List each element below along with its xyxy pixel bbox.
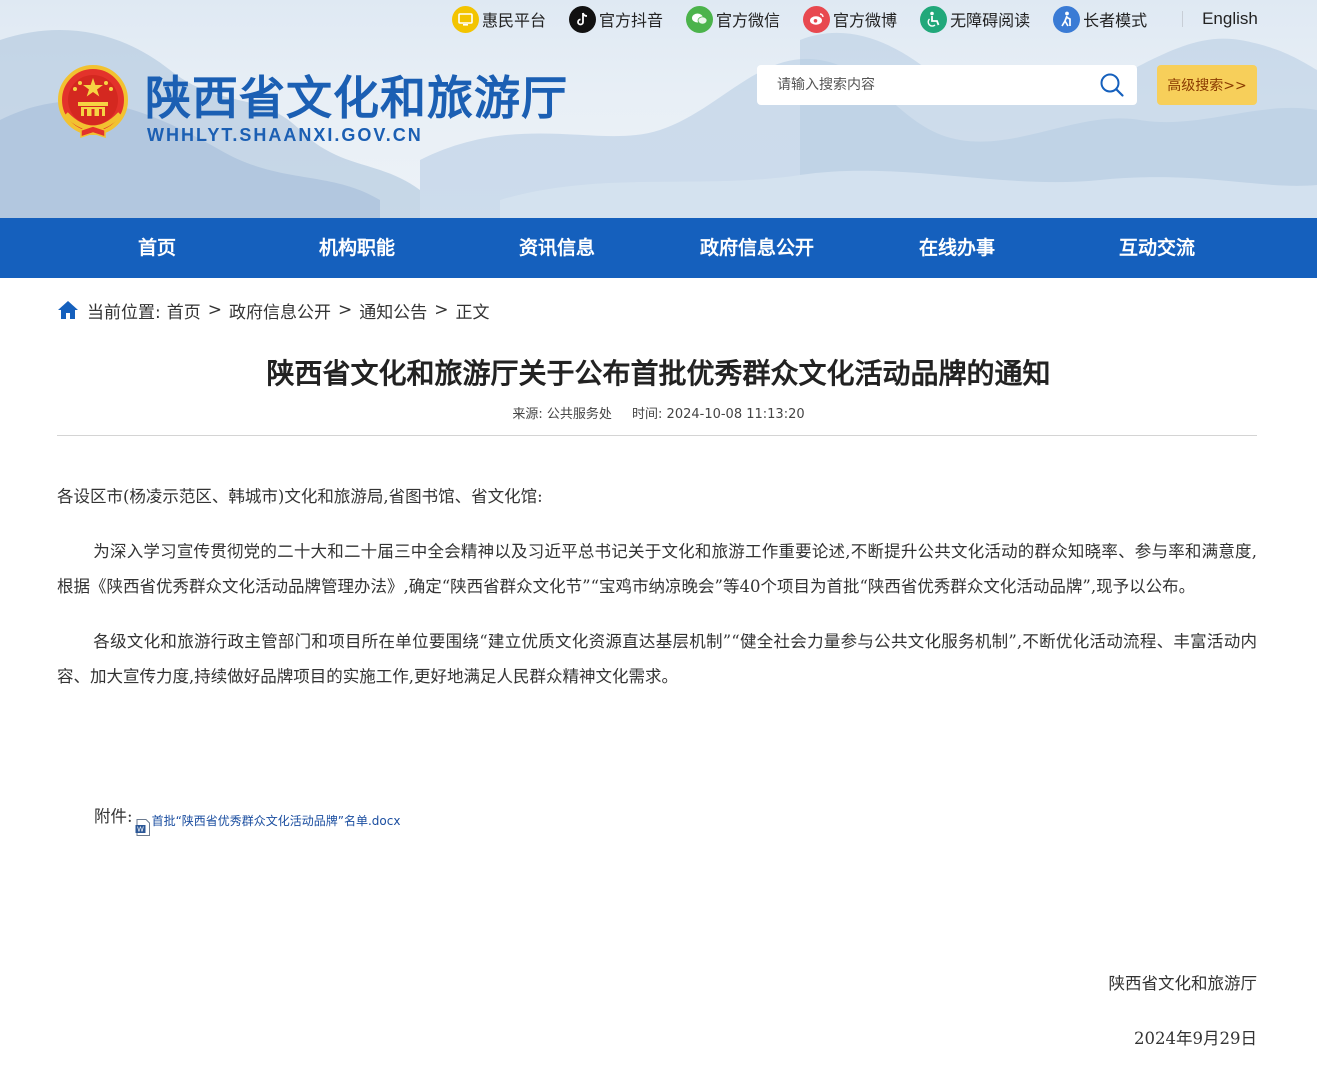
search-box xyxy=(757,65,1137,105)
national-emblem-icon xyxy=(58,65,128,139)
top-link-wechat[interactable]: 官方微信 xyxy=(686,5,781,33)
english-link[interactable]: English xyxy=(1202,9,1258,29)
breadcrumb: 当前位置: 首页 > 政府信息公开 > 通知公告 > 正文 xyxy=(57,297,489,323)
breadcrumb-separator: > xyxy=(337,300,353,320)
nav-item-interaction[interactable]: 互动交流 xyxy=(1057,218,1257,278)
search-icon[interactable] xyxy=(1099,72,1125,98)
breadcrumb-separator: > xyxy=(434,300,449,320)
breadcrumb-current: 正文 xyxy=(455,302,490,323)
svg-text:W: W xyxy=(137,826,144,834)
nav-item-news[interactable]: 资讯信息 xyxy=(457,218,657,278)
top-links-bar: 惠民平台 官方抖音 官方微信 官方微博 无障碍阅读 长者模式 English xyxy=(452,4,1258,34)
nav-item-functions[interactable]: 机构职能 xyxy=(257,218,457,278)
attachment-label: 附件: xyxy=(94,807,133,826)
attachment-link[interactable]: 首批“陕西省优秀群众文化活动品牌”名单.docx xyxy=(152,812,401,829)
nav-item-online-services[interactable]: 在线办事 xyxy=(857,218,1057,278)
top-link-elder-mode[interactable]: 长者模式 xyxy=(1053,5,1148,33)
site-domain: WHHLYT.SHAANXI.GOV.CN xyxy=(147,125,423,145)
divider xyxy=(1182,11,1184,27)
article-signature: 陕西省文化和旅游厅 xyxy=(1108,974,1258,993)
weibo-icon xyxy=(803,5,831,33)
breadcrumb-link-home[interactable]: 首页 xyxy=(167,298,201,323)
wechat-icon xyxy=(686,5,714,33)
article-date: 2024年9月29日 xyxy=(1134,1029,1257,1048)
breadcrumb-link-gov-info[interactable]: 政府信息公开 xyxy=(229,298,331,323)
top-link-weibo[interactable]: 官方微博 xyxy=(803,5,898,33)
top-link-douyin[interactable]: 官方抖音 xyxy=(569,5,664,33)
advanced-search-button[interactable]: 高级搜索>> xyxy=(1157,65,1257,105)
top-link-label: 长者模式 xyxy=(1083,11,1148,30)
article-paragraph: 各级文化和旅游行政主管部门和项目所在单位要围绕“建立优质文化资源直达基层机制”“… xyxy=(57,632,1257,686)
top-link-huimin[interactable]: 惠民平台 xyxy=(452,5,547,33)
home-icon xyxy=(58,301,78,319)
nav-item-home[interactable]: 首页 xyxy=(57,218,257,278)
main-nav: 首页 机构职能 资讯信息 政府信息公开 在线办事 互动交流 xyxy=(0,218,1317,278)
article-title: 陕西省文化和旅游厅关于公布首批优秀群众文化活动品牌的通知 xyxy=(266,357,1051,390)
title-divider xyxy=(57,435,1257,436)
site-title: 陕西省文化和旅游厅 xyxy=(145,71,568,125)
article-body: 各设区市(杨凌示范区、韩城市)文化和旅游局,省图书馆、省文化馆: 为深入学习宣传… xyxy=(57,479,1257,714)
tiktok-icon xyxy=(569,5,597,33)
breadcrumb-separator: > xyxy=(207,300,222,320)
top-link-label: 官方微信 xyxy=(716,11,781,30)
top-link-label: 官方微博 xyxy=(833,11,898,30)
article-source: 来源: 公共服务处 xyxy=(512,407,612,422)
attachment: 附件: W 首批“陕西省优秀群众文化活动品牌”名单.docx xyxy=(94,804,400,836)
top-link-label: 惠民平台 xyxy=(482,11,547,30)
top-link-accessibility[interactable]: 无障碍阅读 xyxy=(920,5,1031,33)
word-document-icon: W xyxy=(135,819,150,836)
search-input[interactable] xyxy=(777,77,1077,93)
site-header: 惠民平台 官方抖音 官方微信 官方微博 无障碍阅读 长者模式 English 陕… xyxy=(0,0,1317,218)
top-link-label: 官方抖音 xyxy=(599,11,664,30)
tv-icon xyxy=(452,5,479,33)
breadcrumb-prefix: 当前位置: xyxy=(87,302,161,323)
breadcrumb-link-notices[interactable]: 通知公告 xyxy=(359,298,427,323)
top-link-label: 无障碍阅读 xyxy=(950,11,1031,30)
elder-icon xyxy=(1053,5,1081,33)
article-paragraph: 为深入学习宣传贯彻党的二十大和二十届三中全会精神以及习近平总书记关于文化和旅游工… xyxy=(57,542,1257,596)
accessibility-icon xyxy=(920,5,948,33)
nav-item-gov-info[interactable]: 政府信息公开 xyxy=(657,218,857,278)
article-meta: 来源: 公共服务处 时间: 2024-10-08 11:13:20 xyxy=(0,403,1317,422)
article-salutation: 各设区市(杨凌示范区、韩城市)文化和旅游局,省图书馆、省文化馆: xyxy=(57,487,543,506)
article-time: 时间: 2024-10-08 11:13:20 xyxy=(632,407,805,422)
